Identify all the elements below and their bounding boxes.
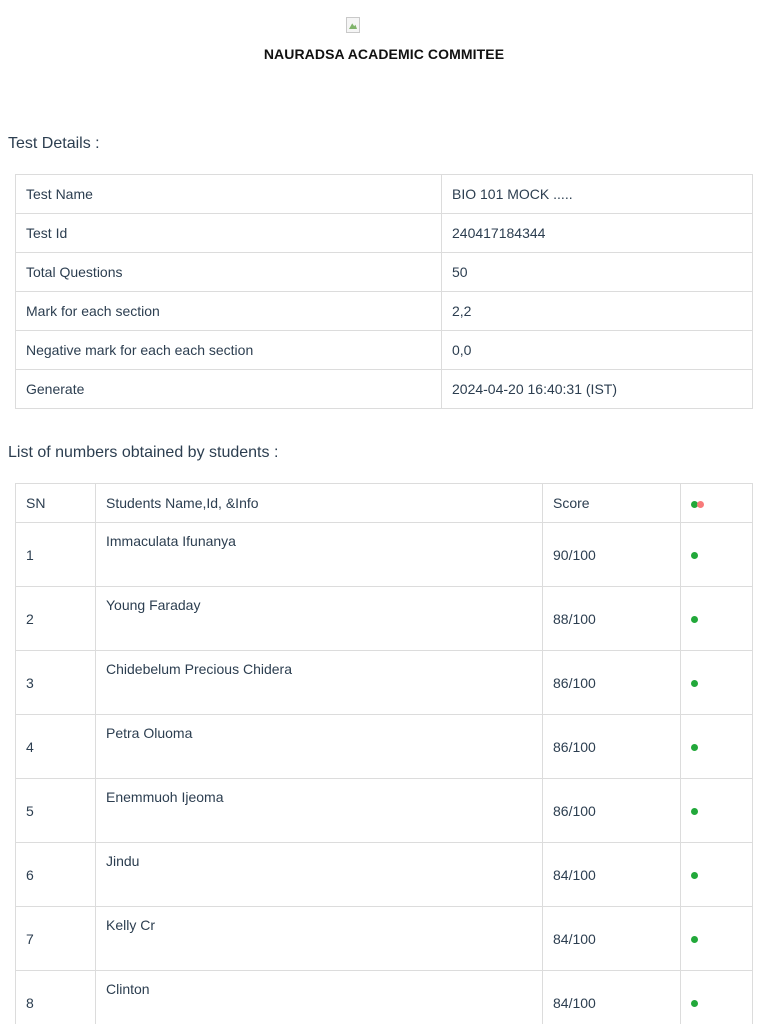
table-row: 6 Jindu 84/100 [15, 842, 753, 907]
results-title: List of numbers obtained by students : [8, 444, 279, 461]
student-name: Chidebelum Precious Chidera [95, 650, 543, 715]
student-score: 84/100 [542, 906, 681, 971]
student-score: 86/100 [542, 778, 681, 843]
details-row: Total Questions 50 [15, 252, 753, 292]
student-score: 88/100 [542, 586, 681, 651]
red-dot-icon [697, 500, 704, 508]
details-value: BIO 101 MOCK ..... [441, 174, 753, 214]
header-status [680, 483, 753, 523]
table-row: 3 Chidebelum Precious Chidera 86/100 [15, 650, 753, 715]
green-dot-icon [691, 936, 698, 944]
details-value: 2,2 [441, 291, 753, 331]
details-row: Mark for each section 2,2 [15, 291, 753, 331]
student-status [680, 970, 753, 1024]
table-row: 1 Immaculata Ifunanya 90/100 [15, 522, 753, 587]
student-status [680, 842, 753, 907]
student-score: 86/100 [542, 714, 681, 779]
test-details-table: Test Name BIO 101 MOCK ..... Test Id 240… [15, 174, 753, 409]
details-row: Test Id 240417184344 [15, 213, 753, 253]
details-label: Test Id [15, 213, 442, 253]
details-row: Negative mark for each each section 0,0 [15, 330, 753, 370]
table-row: 7 Kelly Cr 84/100 [15, 906, 753, 971]
details-value: 50 [441, 252, 753, 292]
student-score: 86/100 [542, 650, 681, 715]
header-score: Score [542, 483, 681, 523]
details-label: Negative mark for each each section [15, 330, 442, 370]
green-dot-icon [691, 680, 698, 688]
student-status [680, 714, 753, 779]
student-status [680, 650, 753, 715]
student-sn: 5 [15, 778, 96, 843]
header-name: Students Name,Id, &Info [95, 483, 543, 523]
table-row: 8 Clinton 84/100 [15, 970, 753, 1024]
table-row: 5 Enemmuoh Ijeoma 86/100 [15, 778, 753, 843]
details-value: 240417184344 [441, 213, 753, 253]
green-dot-icon [691, 744, 698, 752]
green-dot-icon [691, 808, 698, 816]
student-name: Clinton [95, 970, 543, 1024]
details-label: Total Questions [15, 252, 442, 292]
header-sn: SN [15, 483, 96, 523]
student-sn: 2 [15, 586, 96, 651]
student-sn: 6 [15, 842, 96, 907]
results-table: SN Students Name,Id, &Info Score 1 Immac… [15, 483, 753, 1024]
green-dot-icon [691, 872, 698, 880]
student-status [680, 778, 753, 843]
logo-image [346, 17, 360, 33]
details-row: Test Name BIO 101 MOCK ..... [15, 174, 753, 214]
student-score: 84/100 [542, 842, 681, 907]
student-name: Petra Oluoma [95, 714, 543, 779]
green-dot-icon [691, 552, 698, 560]
results-header-row: SN Students Name,Id, &Info Score [15, 483, 753, 523]
details-value: 2024-04-20 16:40:31 (IST) [441, 369, 753, 409]
student-name: Kelly Cr [95, 906, 543, 971]
student-status [680, 522, 753, 587]
details-label: Test Name [15, 174, 442, 214]
details-label: Mark for each section [15, 291, 442, 331]
student-score: 84/100 [542, 970, 681, 1024]
student-sn: 1 [15, 522, 96, 587]
student-name: Young Faraday [95, 586, 543, 651]
student-name: Immaculata Ifunanya [95, 522, 543, 587]
student-sn: 3 [15, 650, 96, 715]
test-details-title: Test Details : [8, 135, 100, 152]
table-row: 4 Petra Oluoma 86/100 [15, 714, 753, 779]
details-value: 0,0 [441, 330, 753, 370]
student-score: 90/100 [542, 522, 681, 587]
student-status [680, 586, 753, 651]
student-name: Jindu [95, 842, 543, 907]
green-dot-icon [691, 1000, 698, 1008]
details-label: Generate [15, 369, 442, 409]
student-sn: 7 [15, 906, 96, 971]
org-title: NAURADSA ACADEMIC COMMITEE [263, 46, 505, 62]
student-status [680, 906, 753, 971]
student-name: Enemmuoh Ijeoma [95, 778, 543, 843]
details-row: Generate 2024-04-20 16:40:31 (IST) [15, 369, 753, 409]
student-sn: 8 [15, 970, 96, 1024]
green-dot-icon [691, 616, 698, 624]
table-row: 2 Young Faraday 88/100 [15, 586, 753, 651]
student-sn: 4 [15, 714, 96, 779]
